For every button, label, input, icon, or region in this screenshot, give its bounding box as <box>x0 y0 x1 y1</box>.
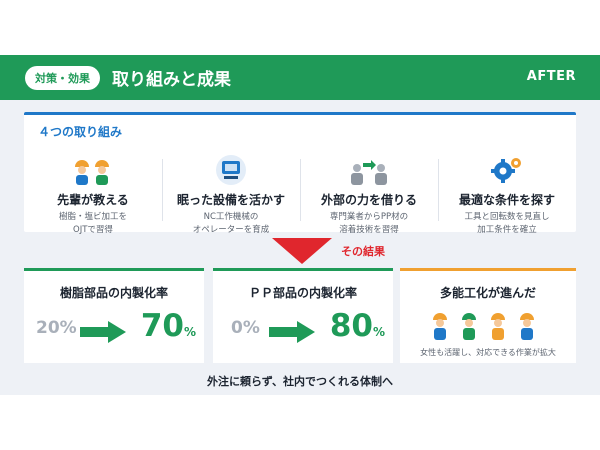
footer-message: 外注に頼らず、社内でつくれる体制へ <box>206 375 393 388</box>
header-bar: 対策・効果 取り組みと成果 AFTER <box>0 55 600 100</box>
after-label: AFTER <box>526 69 576 84</box>
result-card-multiskill: 多能工化が進んだ 女性も活躍し、対応できる作業が拡大 <box>400 268 576 363</box>
down-arrow-icon <box>272 238 332 264</box>
effort-item-conditions: 最適な条件を探す 工具と回転数を見直し 加工条件を確立 <box>438 153 576 235</box>
effort-item-equipment: 眠った設備を活かす NC工作機械の オペレーターを育成 <box>162 153 300 235</box>
effort-title: 外部の力を借りる <box>320 193 417 207</box>
effort-item-external: 外部の力を借りる 専門業者からPP材の 溶着技術を習得 <box>300 153 438 235</box>
effort-title: 先輩が教える <box>57 193 129 207</box>
machine-icon <box>162 153 300 185</box>
result-title: 樹脂部品の内製化率 <box>59 286 168 300</box>
after-value: 70% <box>140 308 196 344</box>
before-value: 0% <box>231 318 260 338</box>
efforts-title: ４つの取り組み <box>38 125 123 139</box>
right-arrow-icon <box>80 321 126 343</box>
efforts-card: ４つの取り組み 先輩が教える 樹脂・塩ビ加工を OJTで習得 眠った設備を活かす… <box>24 112 576 235</box>
result-title: 多能工化が進んだ <box>439 286 536 300</box>
effort-desc: OJTで習得 <box>73 225 113 235</box>
effort-desc: オペレーターを育成 <box>192 225 270 235</box>
effort-item-senpai: 先輩が教える 樹脂・塩ビ加工を OJTで習得 <box>24 153 162 235</box>
right-arrow-icon <box>269 321 315 343</box>
collaboration-icon <box>300 153 438 185</box>
effort-desc: 専門業者からPP材の <box>329 212 409 222</box>
before-value: 20% <box>36 318 77 338</box>
result-caption: 女性も活躍し、対応できる作業が拡大 <box>420 348 556 357</box>
result-card-resin: 樹脂部品の内製化率 20% 70% <box>24 268 204 363</box>
people-icon <box>24 153 162 185</box>
effort-desc: 樹脂・塩ビ加工を <box>58 212 127 222</box>
effort-title: 眠った設備を活かす <box>176 193 285 207</box>
effort-desc: 溶着技術を習得 <box>339 225 399 235</box>
result-title: ＰＰ部品の内製化率 <box>248 286 357 300</box>
result-card-pp: ＰＰ部品の内製化率 0% 80% <box>213 268 393 363</box>
page-title: 取り組みと成果 <box>112 70 231 90</box>
effort-title: 最適な条件を探す <box>458 193 555 207</box>
gears-icon <box>438 153 576 185</box>
section-tag: 対策・効果 <box>25 65 100 90</box>
effort-desc: 工具と回転数を見直し <box>464 212 550 222</box>
result-label: その結果 <box>341 245 385 258</box>
after-value: 80% <box>329 308 385 344</box>
effort-desc: NC工作機械の <box>203 212 259 222</box>
workers-icon <box>430 311 537 341</box>
effort-desc: 加工条件を確立 <box>477 225 537 235</box>
slide: 対策・効果 取り組みと成果 AFTER ４つの取り組み 先輩が教える 樹脂・塩ビ… <box>0 55 600 395</box>
